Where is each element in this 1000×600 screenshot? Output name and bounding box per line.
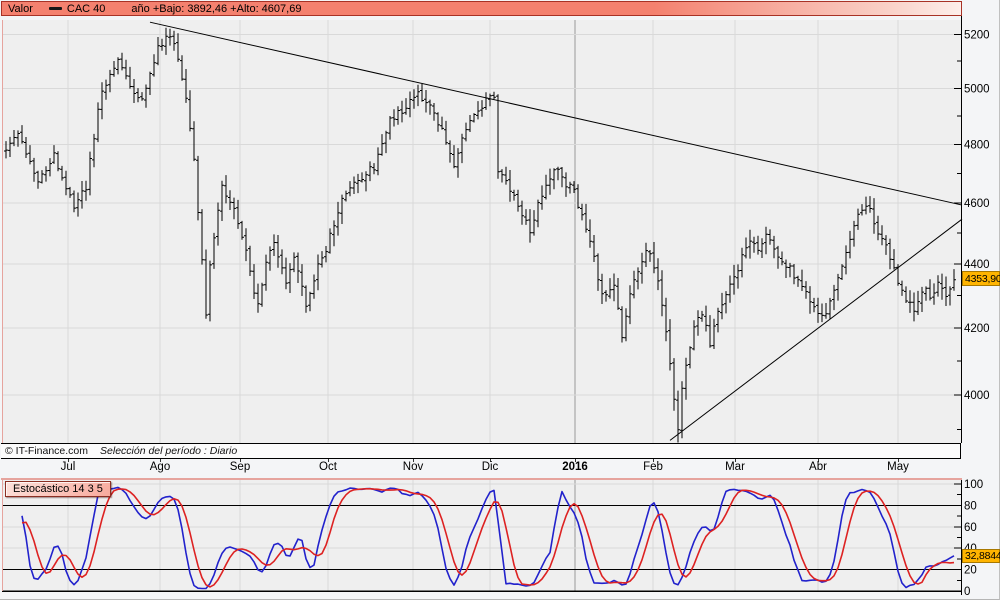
price-tick-label: 4000: [964, 390, 990, 402]
month-label: Abr: [809, 461, 827, 473]
price-tick-label: 5000: [964, 83, 990, 95]
chart-title-bar: Valor CAC 40 año +Bajo: 3892,46 +Alto: 4…: [1, 1, 962, 16]
stoch-tick-label: 100: [964, 479, 983, 491]
month-label: Dic: [482, 461, 499, 473]
month-label: Oct: [319, 461, 337, 473]
price-tick-label: 5200: [964, 30, 990, 42]
panel-title: Valor: [8, 3, 33, 15]
month-label: May: [887, 461, 909, 473]
last-price-badge: 4353,90: [962, 271, 1000, 286]
instrument-name[interactable]: CAC 40: [67, 3, 106, 15]
stochastic-chart[interactable]: 020406080100: [1, 478, 999, 598]
copyright-label: © IT-Finance.com: [5, 445, 88, 457]
time-axis[interactable]: Jul Ago Sep Oct Nov Dic 2016 Feb Mar Abr May: [1, 460, 961, 476]
indicator-label[interactable]: Estocástico 14 3 5: [5, 481, 111, 497]
month-label: Nov: [403, 461, 423, 473]
month-label: Feb: [643, 461, 663, 473]
price-tick-label: 4800: [964, 140, 990, 152]
stochastic-value-badge: 32,8844: [962, 549, 1000, 563]
month-label: 2016: [562, 461, 588, 473]
price-tick-label: 4200: [964, 323, 990, 335]
stoch-tick-label: 0: [964, 586, 970, 598]
chart-window: Valor CAC 40 año +Bajo: 3892,46 +Alto: 4…: [0, 0, 1000, 600]
price-tick-label: 4400: [964, 259, 990, 271]
series-legend-icon: [49, 7, 62, 10]
stochastic-plot-area[interactable]: [2, 480, 961, 592]
price-tick-label: 4600: [964, 198, 990, 210]
year-range-info: año +Bajo: 3892,46 +Alto: 4607,69: [131, 3, 301, 15]
panel-separator: [1, 478, 962, 480]
stoch-tick-label: 60: [964, 522, 977, 534]
chart-footer-bar: © IT-Finance.com Selección del período :…: [1, 443, 961, 459]
price-chart[interactable]: 4000 4200 4400 4600 4800 5000 5200: [1, 16, 999, 443]
month-label: Sep: [230, 461, 250, 473]
period-selector-label[interactable]: Selección del período : Diario: [100, 445, 237, 457]
month-label: Ago: [150, 461, 170, 473]
month-label: Mar: [725, 461, 745, 473]
stoch-tick-label: 20: [964, 565, 977, 577]
month-label: Jul: [61, 461, 76, 473]
stoch-tick-label: 80: [964, 500, 977, 512]
price-plot-area[interactable]: [2, 20, 961, 443]
